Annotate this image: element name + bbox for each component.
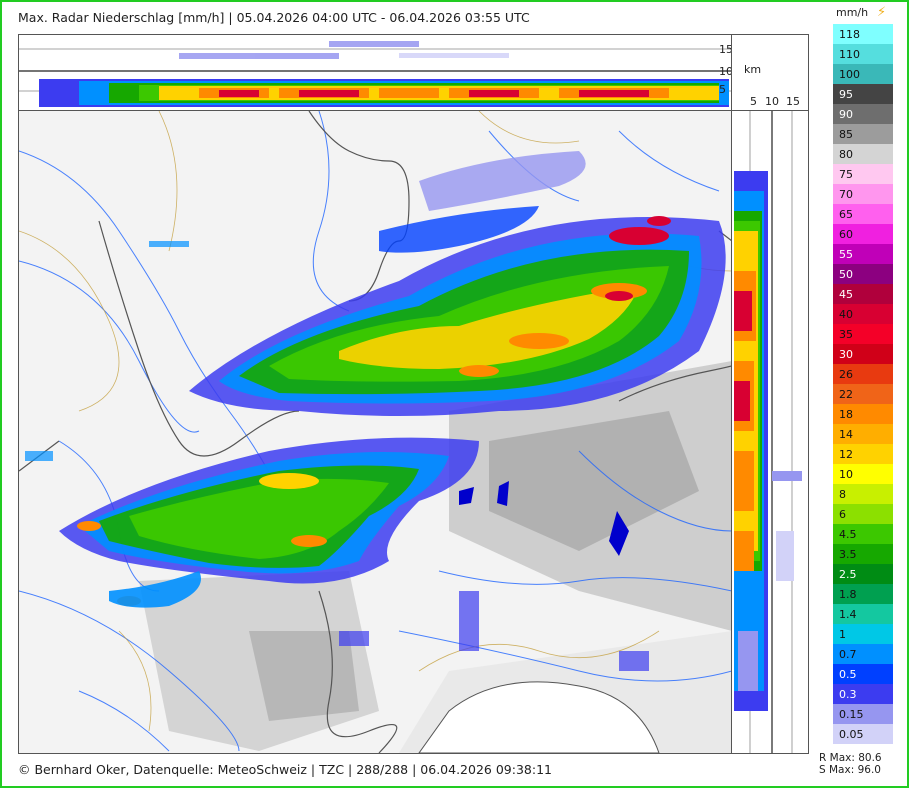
- legend-entry-label: 70: [839, 187, 853, 201]
- legend-entry-label: 12: [839, 447, 853, 461]
- color-legend: 118 110 100 95 90 85 80 75 70 65 60 55 50 45 40 35 30 26 2…: [833, 24, 893, 744]
- legend-entry-label: 0.3: [839, 687, 857, 701]
- right-profile-panel: [731, 110, 809, 754]
- legend-entry: 95: [833, 84, 893, 104]
- legend-entry-label: 30: [839, 347, 853, 361]
- legend-entry-label: 4.5: [839, 527, 857, 541]
- legend-unit: mm/h: [836, 6, 869, 19]
- legend-entry-label: 8: [839, 487, 846, 501]
- legend-entry-label: 0.05: [839, 727, 864, 741]
- s-max-value: S Max: 96.0: [819, 764, 881, 776]
- legend-entry-label: 65: [839, 207, 853, 221]
- legend-entry: 14: [833, 424, 893, 444]
- legend-entry: 2.5: [833, 564, 893, 584]
- legend-entry: 22: [833, 384, 893, 404]
- top-axis-label-5: 5: [719, 83, 726, 96]
- right-axis-label-10: 10: [765, 95, 779, 108]
- legend-entry-label: 60: [839, 227, 853, 241]
- legend-entry-label: 75: [839, 167, 853, 181]
- legend-entry: 0.5: [833, 664, 893, 684]
- legend-entry: 65: [833, 204, 893, 224]
- legend-entry: 90: [833, 104, 893, 124]
- legend-entry: 35: [833, 324, 893, 344]
- legend-entry: 45: [833, 284, 893, 304]
- legend-entry-label: 26: [839, 367, 853, 381]
- legend-entry-label: 55: [839, 247, 853, 261]
- top-profile-panel: 15 10 5: [18, 34, 733, 112]
- legend-entry: 10: [833, 464, 893, 484]
- legend-entry: 110: [833, 44, 893, 64]
- legend-entry: 0.15: [833, 704, 893, 724]
- legend-entry-label: 0.15: [839, 707, 864, 721]
- legend-entry-label: 0.7: [839, 647, 857, 661]
- max-values: R Max: 80.6 S Max: 96.0: [819, 752, 882, 776]
- legend-entry: 50: [833, 264, 893, 284]
- legend-entry: 1.8: [833, 584, 893, 604]
- legend-entry: 0.7: [833, 644, 893, 664]
- legend-entry: 75: [833, 164, 893, 184]
- legend-entry: 4.5: [833, 524, 893, 544]
- legend-entry-label: 22: [839, 387, 853, 401]
- legend-entry: 55: [833, 244, 893, 264]
- footer-credits: © Bernhard Oker, Datenquelle: MeteoSchwe…: [18, 762, 552, 777]
- legend-entry-label: 100: [839, 67, 860, 81]
- lightning-icon[interactable]: ⚡: [877, 5, 886, 20]
- right-axis-label-5: 5: [750, 95, 757, 108]
- radar-map-graphic: [19, 111, 732, 753]
- legend-entry-label: 95: [839, 87, 853, 101]
- legend-entry-label: 6: [839, 507, 846, 521]
- legend-entry-label: 10: [839, 467, 853, 481]
- legend-entry-label: 85: [839, 127, 853, 141]
- legend-entry: 1.4: [833, 604, 893, 624]
- chart-title: Max. Radar Niederschlag [mm/h] | 05.04.2…: [18, 10, 530, 25]
- legend-entry: 118: [833, 24, 893, 44]
- legend-entry-label: 18: [839, 407, 853, 421]
- legend-entry-label: 1: [839, 627, 846, 641]
- legend-entry: 30: [833, 344, 893, 364]
- legend-entry-label: 40: [839, 307, 853, 321]
- legend-entry-label: 35: [839, 327, 853, 341]
- top-axis-unit: km: [744, 63, 762, 76]
- legend-entry: 85: [833, 124, 893, 144]
- legend-entry: 60: [833, 224, 893, 244]
- right-profile-graphic: [734, 111, 802, 753]
- legend-entry: 3.5: [833, 544, 893, 564]
- legend-entry: 70: [833, 184, 893, 204]
- legend-entry-label: 0.5: [839, 667, 857, 681]
- legend-entry: 100: [833, 64, 893, 84]
- legend-entry: 40: [833, 304, 893, 324]
- legend-entry: 1: [833, 624, 893, 644]
- legend-entry: 8: [833, 484, 893, 504]
- legend-entry-label: 14: [839, 427, 853, 441]
- legend-entry: 6: [833, 504, 893, 524]
- radar-map[interactable]: [18, 110, 733, 754]
- top-profile-graphic: 15 10 5: [19, 41, 732, 107]
- legend-entry-label: 1.4: [839, 607, 857, 621]
- legend-entry-label: 45: [839, 287, 853, 301]
- legend-entry: 26: [833, 364, 893, 384]
- legend-entry-label: 80: [839, 147, 853, 161]
- top-profile-sparse-echoes: [179, 41, 509, 59]
- legend-entry: 0.3: [833, 684, 893, 704]
- legend-entry-label: 50: [839, 267, 853, 281]
- legend-entry: 12: [833, 444, 893, 464]
- legend-entry-label: 118: [839, 27, 860, 41]
- legend-entry: 0.05: [833, 724, 893, 744]
- top-profile-band: [39, 79, 729, 107]
- legend-entry-label: 1.8: [839, 587, 857, 601]
- right-axis-label-15: 15: [786, 95, 800, 108]
- legend-entry-label: 3.5: [839, 547, 857, 561]
- legend-entry: 18: [833, 404, 893, 424]
- legend-entry-label: 90: [839, 107, 853, 121]
- r-max-value: R Max: 80.6: [819, 752, 882, 764]
- legend-entry: 80: [833, 144, 893, 164]
- legend-entry-label: 110: [839, 47, 860, 61]
- legend-entry-label: 2.5: [839, 567, 857, 581]
